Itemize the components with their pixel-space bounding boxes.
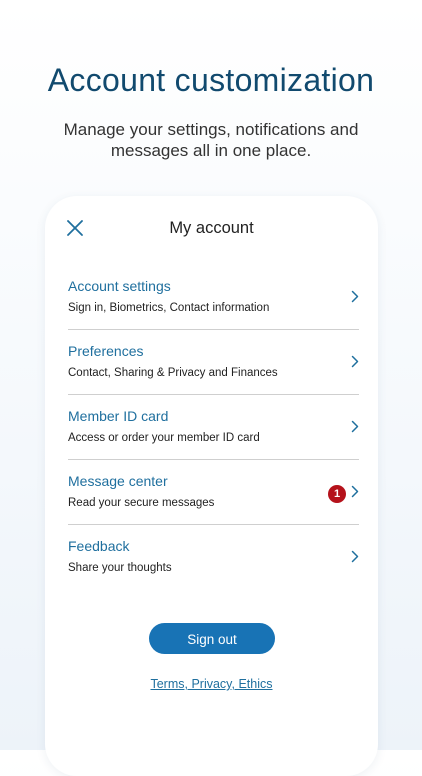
chevron-right-icon (351, 485, 359, 498)
menu-item-feedback[interactable]: Feedback Share your thoughts (68, 525, 359, 589)
chevron-right-icon (351, 420, 359, 433)
headline: Account customization (47, 62, 375, 98)
menu-item-subtitle: Read your secure messages (68, 497, 215, 509)
sign-out-button[interactable]: Sign out (149, 623, 275, 654)
chevron-right-icon (351, 550, 359, 563)
chevron-right-icon (351, 290, 359, 303)
account-menu: Account settings Sign in, Biometrics, Co… (68, 265, 359, 589)
menu-item-title: Message center (68, 473, 168, 489)
menu-item-message-center[interactable]: Message center Read your secure messages… (68, 460, 359, 525)
menu-item-account-settings[interactable]: Account settings Sign in, Biometrics, Co… (68, 265, 359, 330)
subheadline: Manage your settings, notifications and … (63, 120, 359, 160)
card-title: My account (169, 219, 254, 237)
chevron-right-icon (351, 355, 359, 368)
menu-item-preferences[interactable]: Preferences Contact, Sharing & Privacy a… (68, 330, 359, 395)
menu-item-title: Feedback (68, 538, 130, 554)
menu-item-subtitle: Share your thoughts (68, 562, 172, 574)
menu-item-subtitle: Access or order your member ID card (68, 432, 260, 444)
menu-item-subtitle: Sign in, Biometrics, Contact information (68, 302, 270, 314)
menu-item-member-id-card[interactable]: Member ID card Access or order your memb… (68, 395, 359, 460)
menu-item-title: Member ID card (68, 408, 169, 424)
terms-privacy-ethics-link[interactable]: Terms, Privacy, Ethics (45, 677, 378, 691)
menu-item-subtitle: Contact, Sharing & Privacy and Finances (68, 367, 278, 379)
menu-item-title: Account settings (68, 278, 171, 294)
unread-count-badge: 1 (328, 485, 346, 503)
menu-item-title: Preferences (68, 343, 144, 359)
account-card: My account Account settings Sign in, Bio… (45, 196, 378, 776)
